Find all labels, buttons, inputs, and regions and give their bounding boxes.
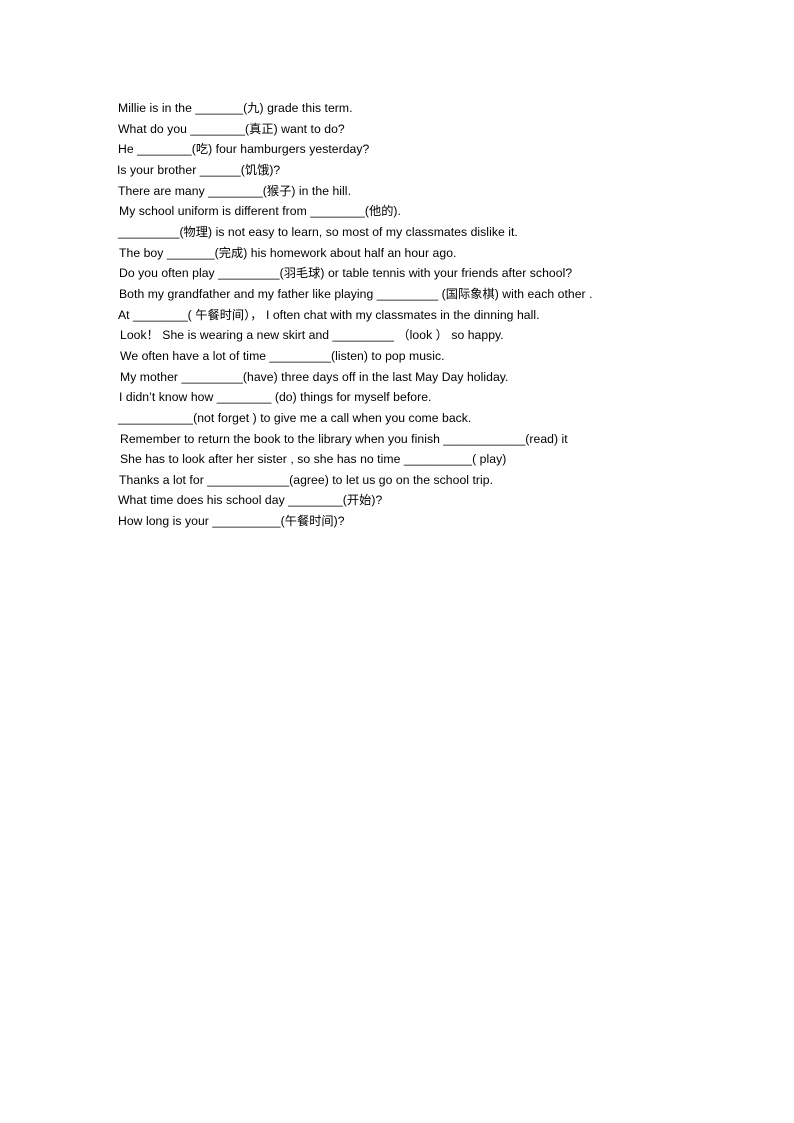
question-line: _________(物理) is not easy to learn, so m… [118, 224, 518, 239]
question-line: My school uniform is different from ____… [119, 204, 401, 219]
question-line: How long is your __________(午餐时间)? [118, 514, 345, 529]
question-line: What do you ________(真正) want to do? [118, 121, 345, 136]
question-line: The boy _______(完成) his homework about h… [119, 245, 457, 260]
question-line: She has to look after her sister , so sh… [120, 452, 507, 467]
question-line: I didn’t know how ________ (do) things f… [119, 390, 432, 405]
question-line: Look！ She is wearing a new skirt and ___… [120, 328, 504, 343]
question-line: He ________(吃) four hamburgers yesterday… [118, 142, 370, 157]
question-line: Thanks a lot for ____________(agree) to … [119, 472, 494, 487]
question-line: Is your brother ______(饥饿)? [117, 162, 281, 177]
worksheet-body: Millie is in the _______(九) grade this t… [0, 0, 794, 532]
question-line: My mother _________(have) three days off… [120, 369, 509, 384]
question-line: Millie is in the _______(九) grade this t… [118, 101, 353, 115]
question-line: At ________( 午餐时间）， I often chat with my… [118, 307, 540, 322]
question-line: There are many ________(猴子) in the hill. [118, 183, 352, 198]
question-line: What time does his school day ________(开… [118, 493, 383, 508]
question-line: Remember to return the book to the libra… [120, 431, 568, 446]
question-line: We often have a lot of time _________(li… [120, 348, 445, 363]
question-line: ___________(not forget ) to give me a ca… [118, 410, 472, 425]
question-line: Do you often play _________(羽毛球) or tabl… [119, 266, 573, 281]
question-line: Both my grandfather and my father like p… [119, 286, 593, 301]
